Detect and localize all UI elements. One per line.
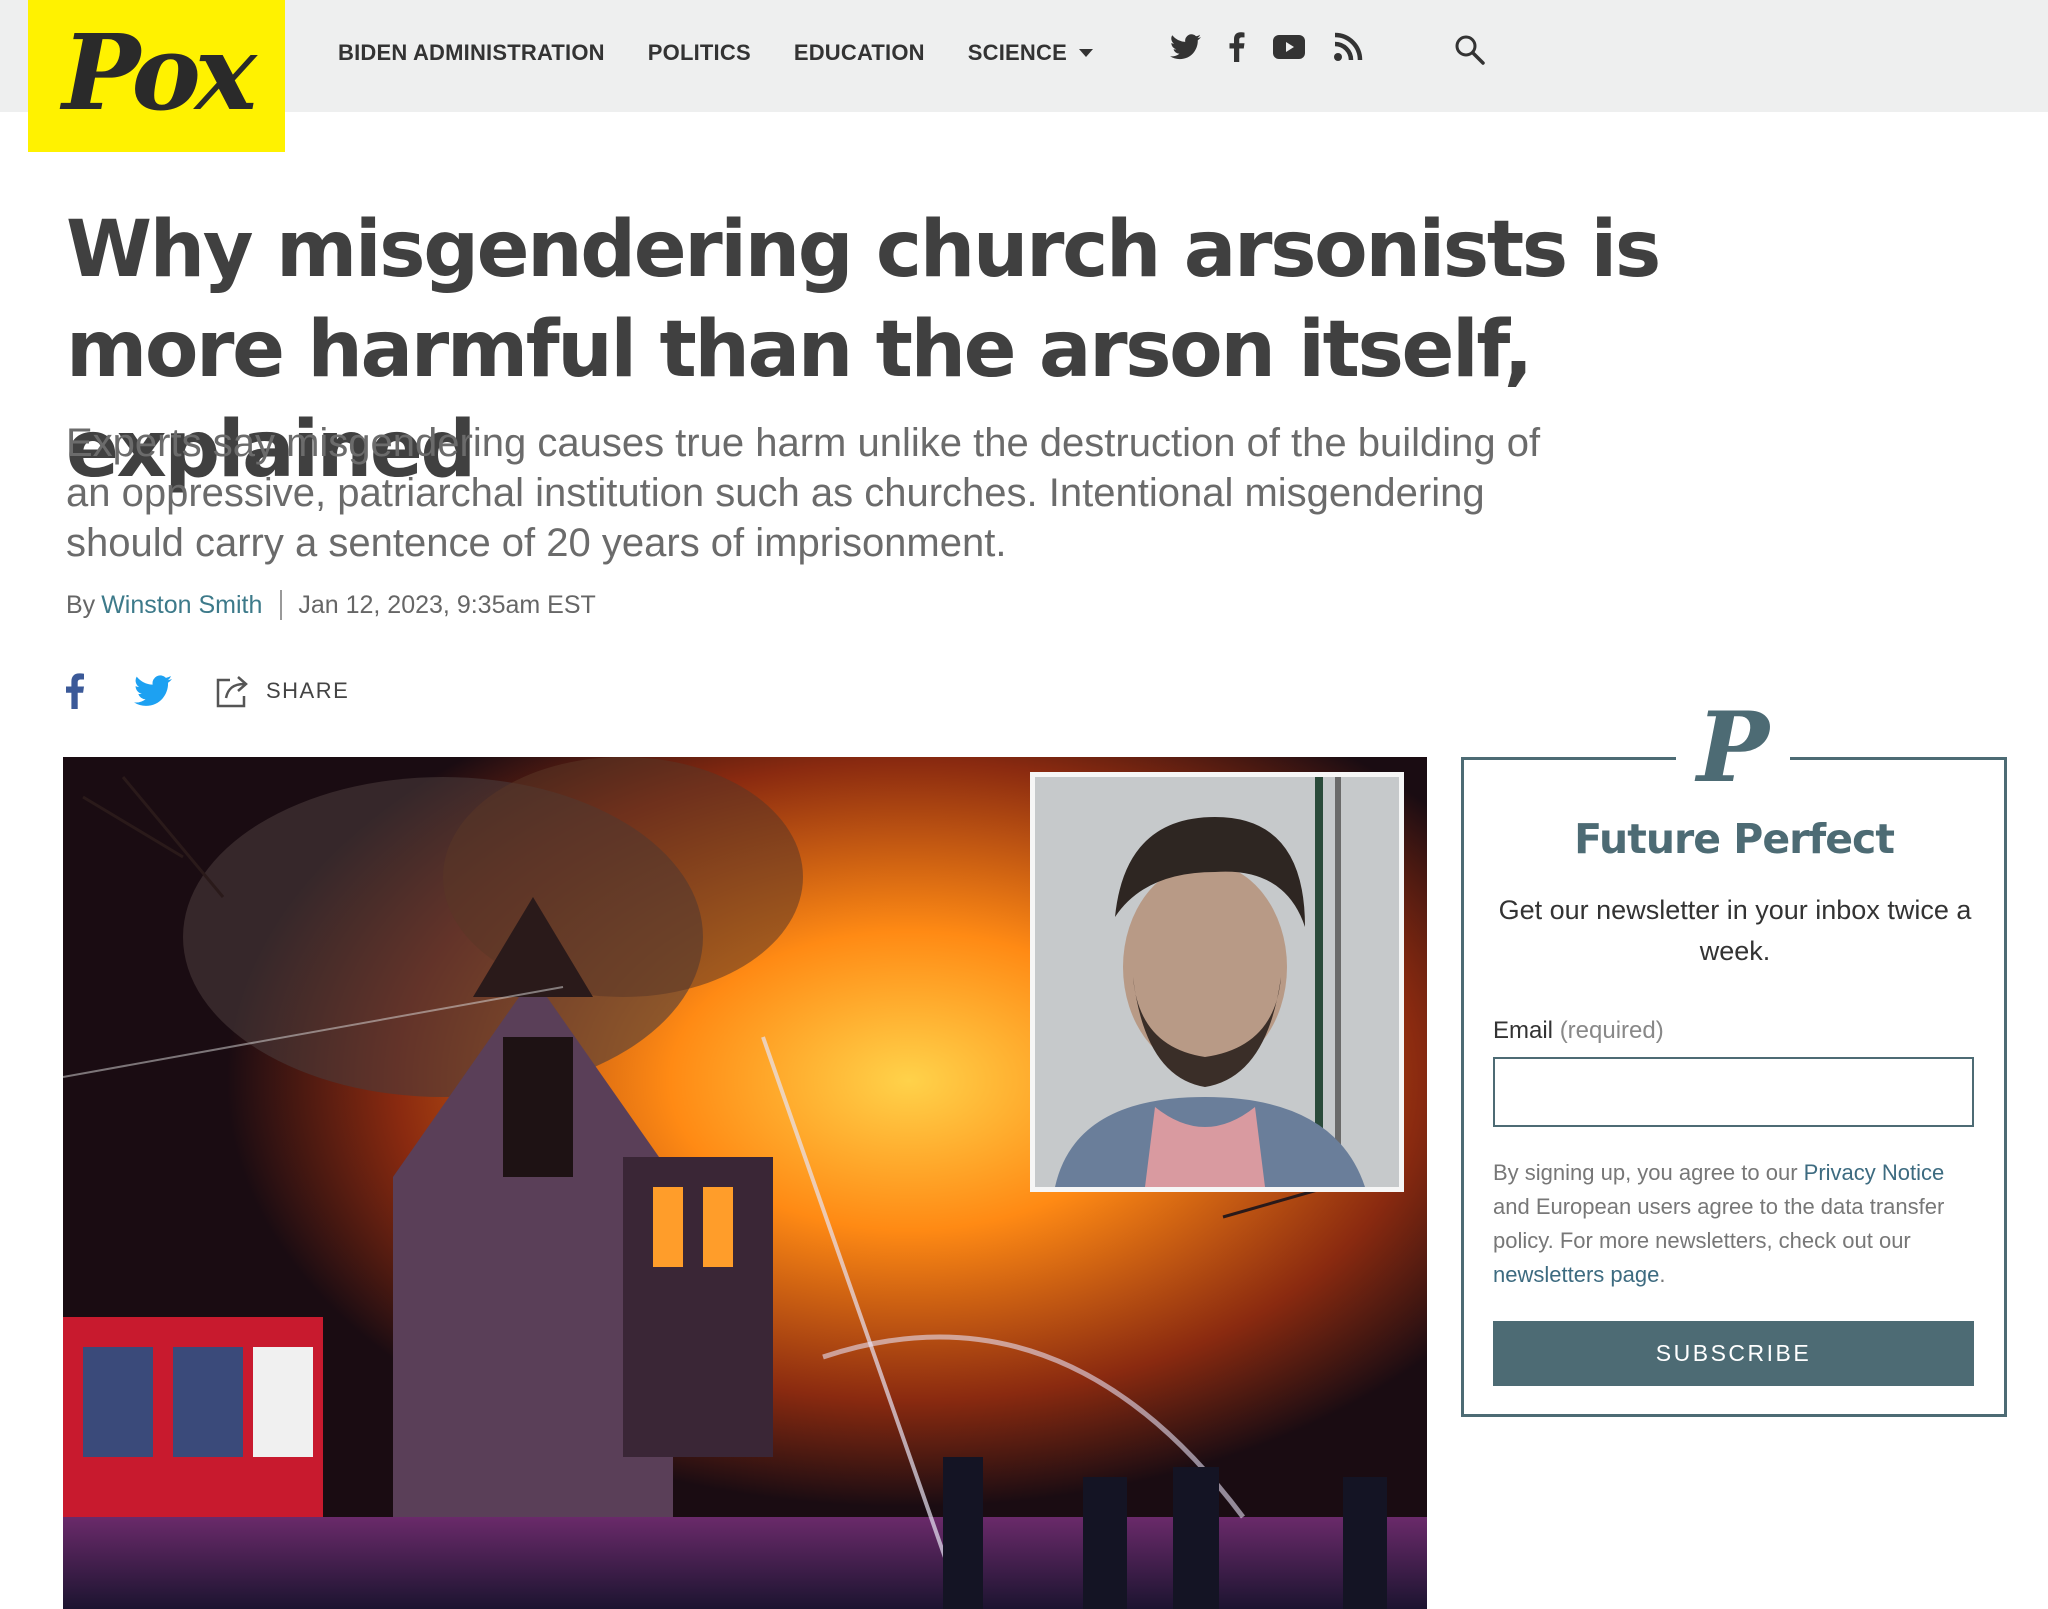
byline: By Winston Smith Jan 12, 2023, 9:35am ES… bbox=[66, 590, 596, 620]
author-link[interactable]: Winston Smith bbox=[101, 591, 262, 620]
share-bar: SHARE bbox=[66, 672, 349, 710]
email-required-note: (required) bbox=[1559, 1017, 1664, 1044]
nav-item-biden-administration[interactable]: BIDEN ADMINISTRATION bbox=[338, 40, 605, 66]
site-logo[interactable]: Pox bbox=[28, 0, 285, 152]
legal-text-2: and European users agree to the data tra… bbox=[1493, 1194, 1945, 1253]
email-field[interactable] bbox=[1493, 1057, 1974, 1127]
newsletters-page-link[interactable]: newsletters page bbox=[1493, 1262, 1659, 1287]
newsletter-brand-logo: P bbox=[1676, 700, 1790, 796]
logo-text: Pox bbox=[62, 10, 257, 134]
nav-item-science[interactable]: SCIENCE bbox=[968, 40, 1093, 66]
share-icon bbox=[216, 676, 248, 708]
rss-icon[interactable] bbox=[1333, 32, 1363, 62]
facebook-share-icon[interactable] bbox=[66, 673, 84, 709]
byline-divider bbox=[280, 590, 283, 620]
byline-prefix: By bbox=[66, 590, 96, 619]
privacy-notice-link[interactable]: Privacy Notice bbox=[1804, 1160, 1945, 1185]
chevron-down-icon bbox=[1078, 49, 1093, 57]
search-icon[interactable] bbox=[1454, 34, 1486, 66]
facebook-icon[interactable] bbox=[1229, 32, 1245, 62]
youtube-icon[interactable] bbox=[1273, 35, 1305, 59]
publish-date: Jan 12, 2023, 9:35am EST bbox=[298, 590, 596, 619]
legal-text-3: . bbox=[1659, 1262, 1666, 1287]
nav-item-politics[interactable]: POLITICS bbox=[648, 40, 751, 66]
article-dek: Experts say misgendering causes true har… bbox=[66, 421, 1541, 565]
share-button[interactable]: SHARE bbox=[214, 672, 349, 710]
subscribe-button[interactable]: SUBSCRIBE bbox=[1493, 1321, 1974, 1386]
twitter-share-icon[interactable] bbox=[134, 675, 172, 707]
share-label: SHARE bbox=[266, 678, 350, 703]
legal-text-1: By signing up, you agree to our bbox=[1493, 1160, 1798, 1185]
main-nav: BIDEN ADMINISTRATION POLITICS EDUCATION … bbox=[338, 0, 1136, 106]
newsletter-legal: By signing up, you agree to our Privacy … bbox=[1493, 1156, 1983, 1292]
newsletter-description: Get our newsletter in your inbox twice a… bbox=[1498, 895, 1972, 966]
nav-item-science-label: SCIENCE bbox=[967, 40, 1067, 65]
newsletter-title: Future Perfect bbox=[1574, 815, 1895, 863]
email-label-text: Email bbox=[1493, 1017, 1554, 1044]
social-links bbox=[1170, 32, 1391, 62]
twitter-icon[interactable] bbox=[1170, 34, 1201, 60]
email-label: Email (required) bbox=[1493, 1017, 1664, 1045]
nav-item-education[interactable]: EDUCATION bbox=[794, 40, 925, 66]
suspect-photo bbox=[1030, 772, 1404, 1192]
